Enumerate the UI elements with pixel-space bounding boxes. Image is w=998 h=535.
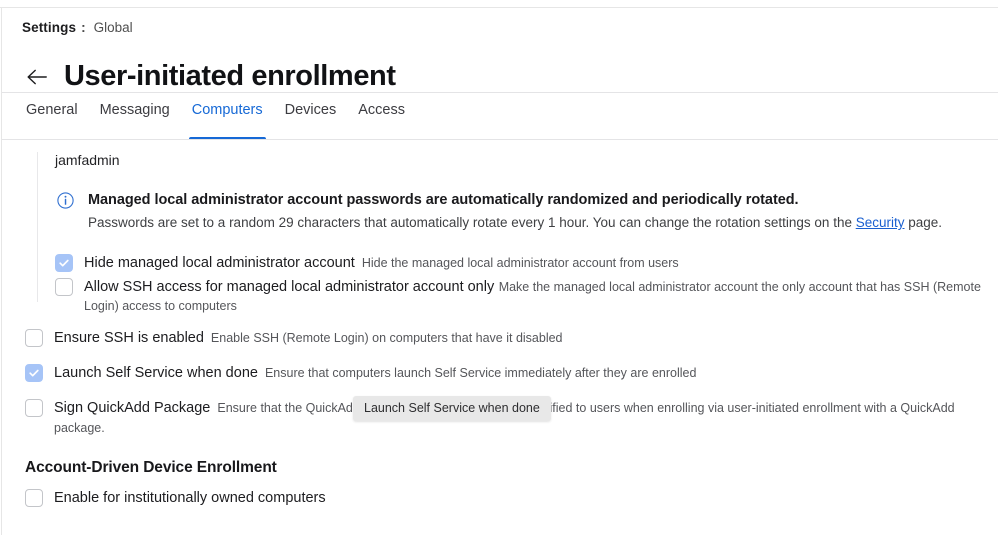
page-title: User-initiated enrollment <box>64 60 396 93</box>
breadcrumb-separator: : <box>81 20 86 35</box>
managed-admin-options: Hide managed local administrator account… <box>55 253 982 316</box>
option-side-note: Hide the managed local administrator acc… <box>361 256 679 270</box>
managed-admin-info-description: Passwords are set to a random 29 charact… <box>88 212 982 233</box>
option-launch-self-service-labels: Launch Self Service when done Ensure that… <box>54 363 696 383</box>
checkbox-allow-ssh-managed-admin-only[interactable] <box>55 278 73 296</box>
info-circle-icon <box>57 192 74 209</box>
breadcrumb: Settings : Global <box>22 19 133 37</box>
option-ensure-ssh-enabled[interactable]: Ensure SSH is enabled Enable SSH (Remote … <box>25 328 985 348</box>
account-driven-section-heading: Account-Driven Device Enrollment <box>25 458 277 476</box>
checkbox-launch-self-service[interactable] <box>25 364 43 382</box>
account-driven-options: Enable for institutionally owned compute… <box>25 488 625 508</box>
option-allow-ssh-managed-admin-only[interactable]: Allow SSH access for managed local admin… <box>55 277 982 316</box>
page-header: Settings : Global User-initiated enrollm… <box>2 8 998 92</box>
back-arrow-icon[interactable] <box>24 64 50 90</box>
checkbox-sign-quickadd-package[interactable] <box>25 399 43 417</box>
option-label: Enable for institutionally owned compute… <box>54 490 326 506</box>
option-side-note: Enable SSH (Remote Login) on computers t… <box>210 331 563 345</box>
checkbox-enable-institutionally-owned[interactable] <box>25 489 43 507</box>
managed-admin-block: jamfadmin Managed local administrator ac… <box>37 150 982 316</box>
option-label: Allow SSH access for managed local admin… <box>84 279 495 295</box>
settings-window: Settings : Global User-initiated enrollm… <box>0 0 998 535</box>
settings-content: jamfadmin Managed local administrator ac… <box>2 140 998 534</box>
option-hide-managed-admin-labels: Hide managed local administrator account… <box>84 253 679 273</box>
option-enable-institutionally-owned-labels: Enable for institutionally owned compute… <box>54 488 326 508</box>
option-sign-quickadd-package[interactable]: Sign QuickAdd Package Ensure that the Qui… <box>25 398 985 438</box>
tab-access[interactable]: Access <box>347 93 416 139</box>
option-label: Sign QuickAdd Package <box>54 400 211 416</box>
security-settings-link[interactable]: Security <box>856 215 905 230</box>
managed-admin-rule <box>37 152 38 302</box>
info-description-after: page. <box>904 215 943 230</box>
checkbox-ensure-ssh-enabled[interactable] <box>25 329 43 347</box>
breadcrumb-root[interactable]: Settings <box>22 19 76 37</box>
option-label: Launch Self Service when done <box>54 365 258 381</box>
tab-computers[interactable]: Computers <box>181 93 274 139</box>
managed-admin-info-banner: Managed local administrator account pass… <box>55 190 982 233</box>
option-launch-self-service[interactable]: Launch Self Service when done Ensure that… <box>25 363 985 383</box>
option-hide-managed-admin[interactable]: Hide managed local administrator account… <box>55 253 982 273</box>
option-sign-quickadd-labels: Sign QuickAdd Package Ensure that the Qui… <box>54 398 985 438</box>
option-label: Ensure SSH is enabled <box>54 330 204 346</box>
tab-messaging[interactable]: Messaging <box>89 93 181 139</box>
info-description-before: Passwords are set to a random 29 charact… <box>88 215 856 230</box>
option-ensure-ssh-labels: Ensure SSH is enabled Enable SSH (Remote … <box>54 328 563 348</box>
managed-admin-account-name: jamfadmin <box>55 152 120 168</box>
enrollment-options-list: Ensure SSH is enabled Enable SSH (Remote … <box>25 328 985 453</box>
tab-bar: General Messaging Computers Devices Acce… <box>2 93 998 139</box>
managed-admin-info-title: Managed local administrator account pass… <box>88 192 799 208</box>
option-label: Hide managed local administrator account <box>84 255 355 271</box>
checkbox-hide-managed-admin[interactable] <box>55 254 73 272</box>
tab-general[interactable]: General <box>15 93 89 139</box>
tab-devices[interactable]: Devices <box>274 93 348 139</box>
breadcrumb-scope[interactable]: Global <box>94 19 133 37</box>
option-allow-ssh-labels: Allow SSH access for managed local admin… <box>84 277 982 316</box>
option-enable-institutionally-owned[interactable]: Enable for institutionally owned compute… <box>25 488 625 508</box>
option-side-note: Ensure that computers launch Self Servic… <box>264 366 697 380</box>
